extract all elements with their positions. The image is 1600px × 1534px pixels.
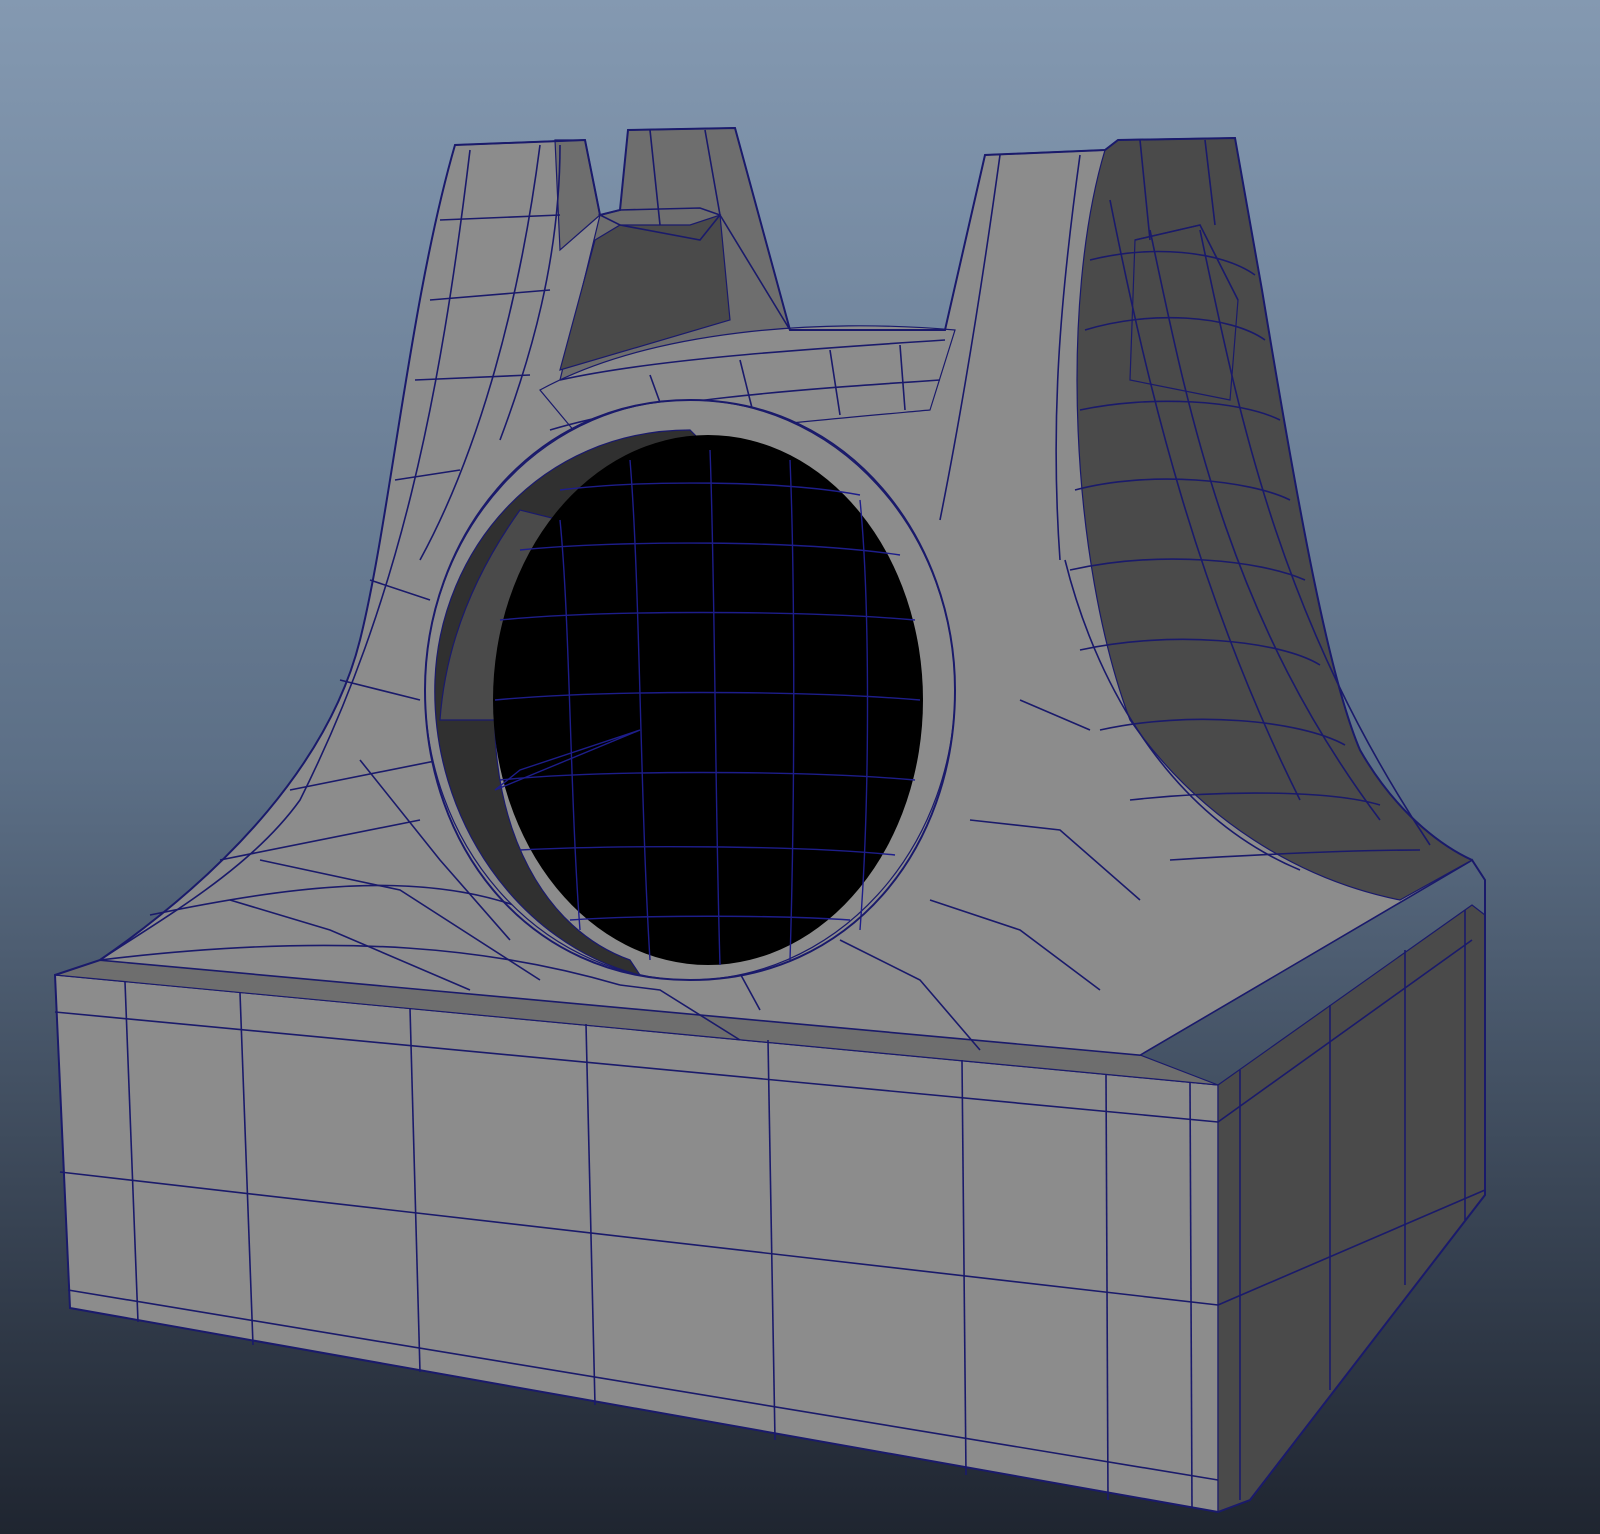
maya-viewport[interactable] xyxy=(0,0,1600,1534)
bore-interior xyxy=(493,435,923,965)
pillow-block-mesh[interactable] xyxy=(0,0,1600,1534)
bore-hole[interactable] xyxy=(423,398,957,982)
base-right-face xyxy=(1217,904,1486,1513)
